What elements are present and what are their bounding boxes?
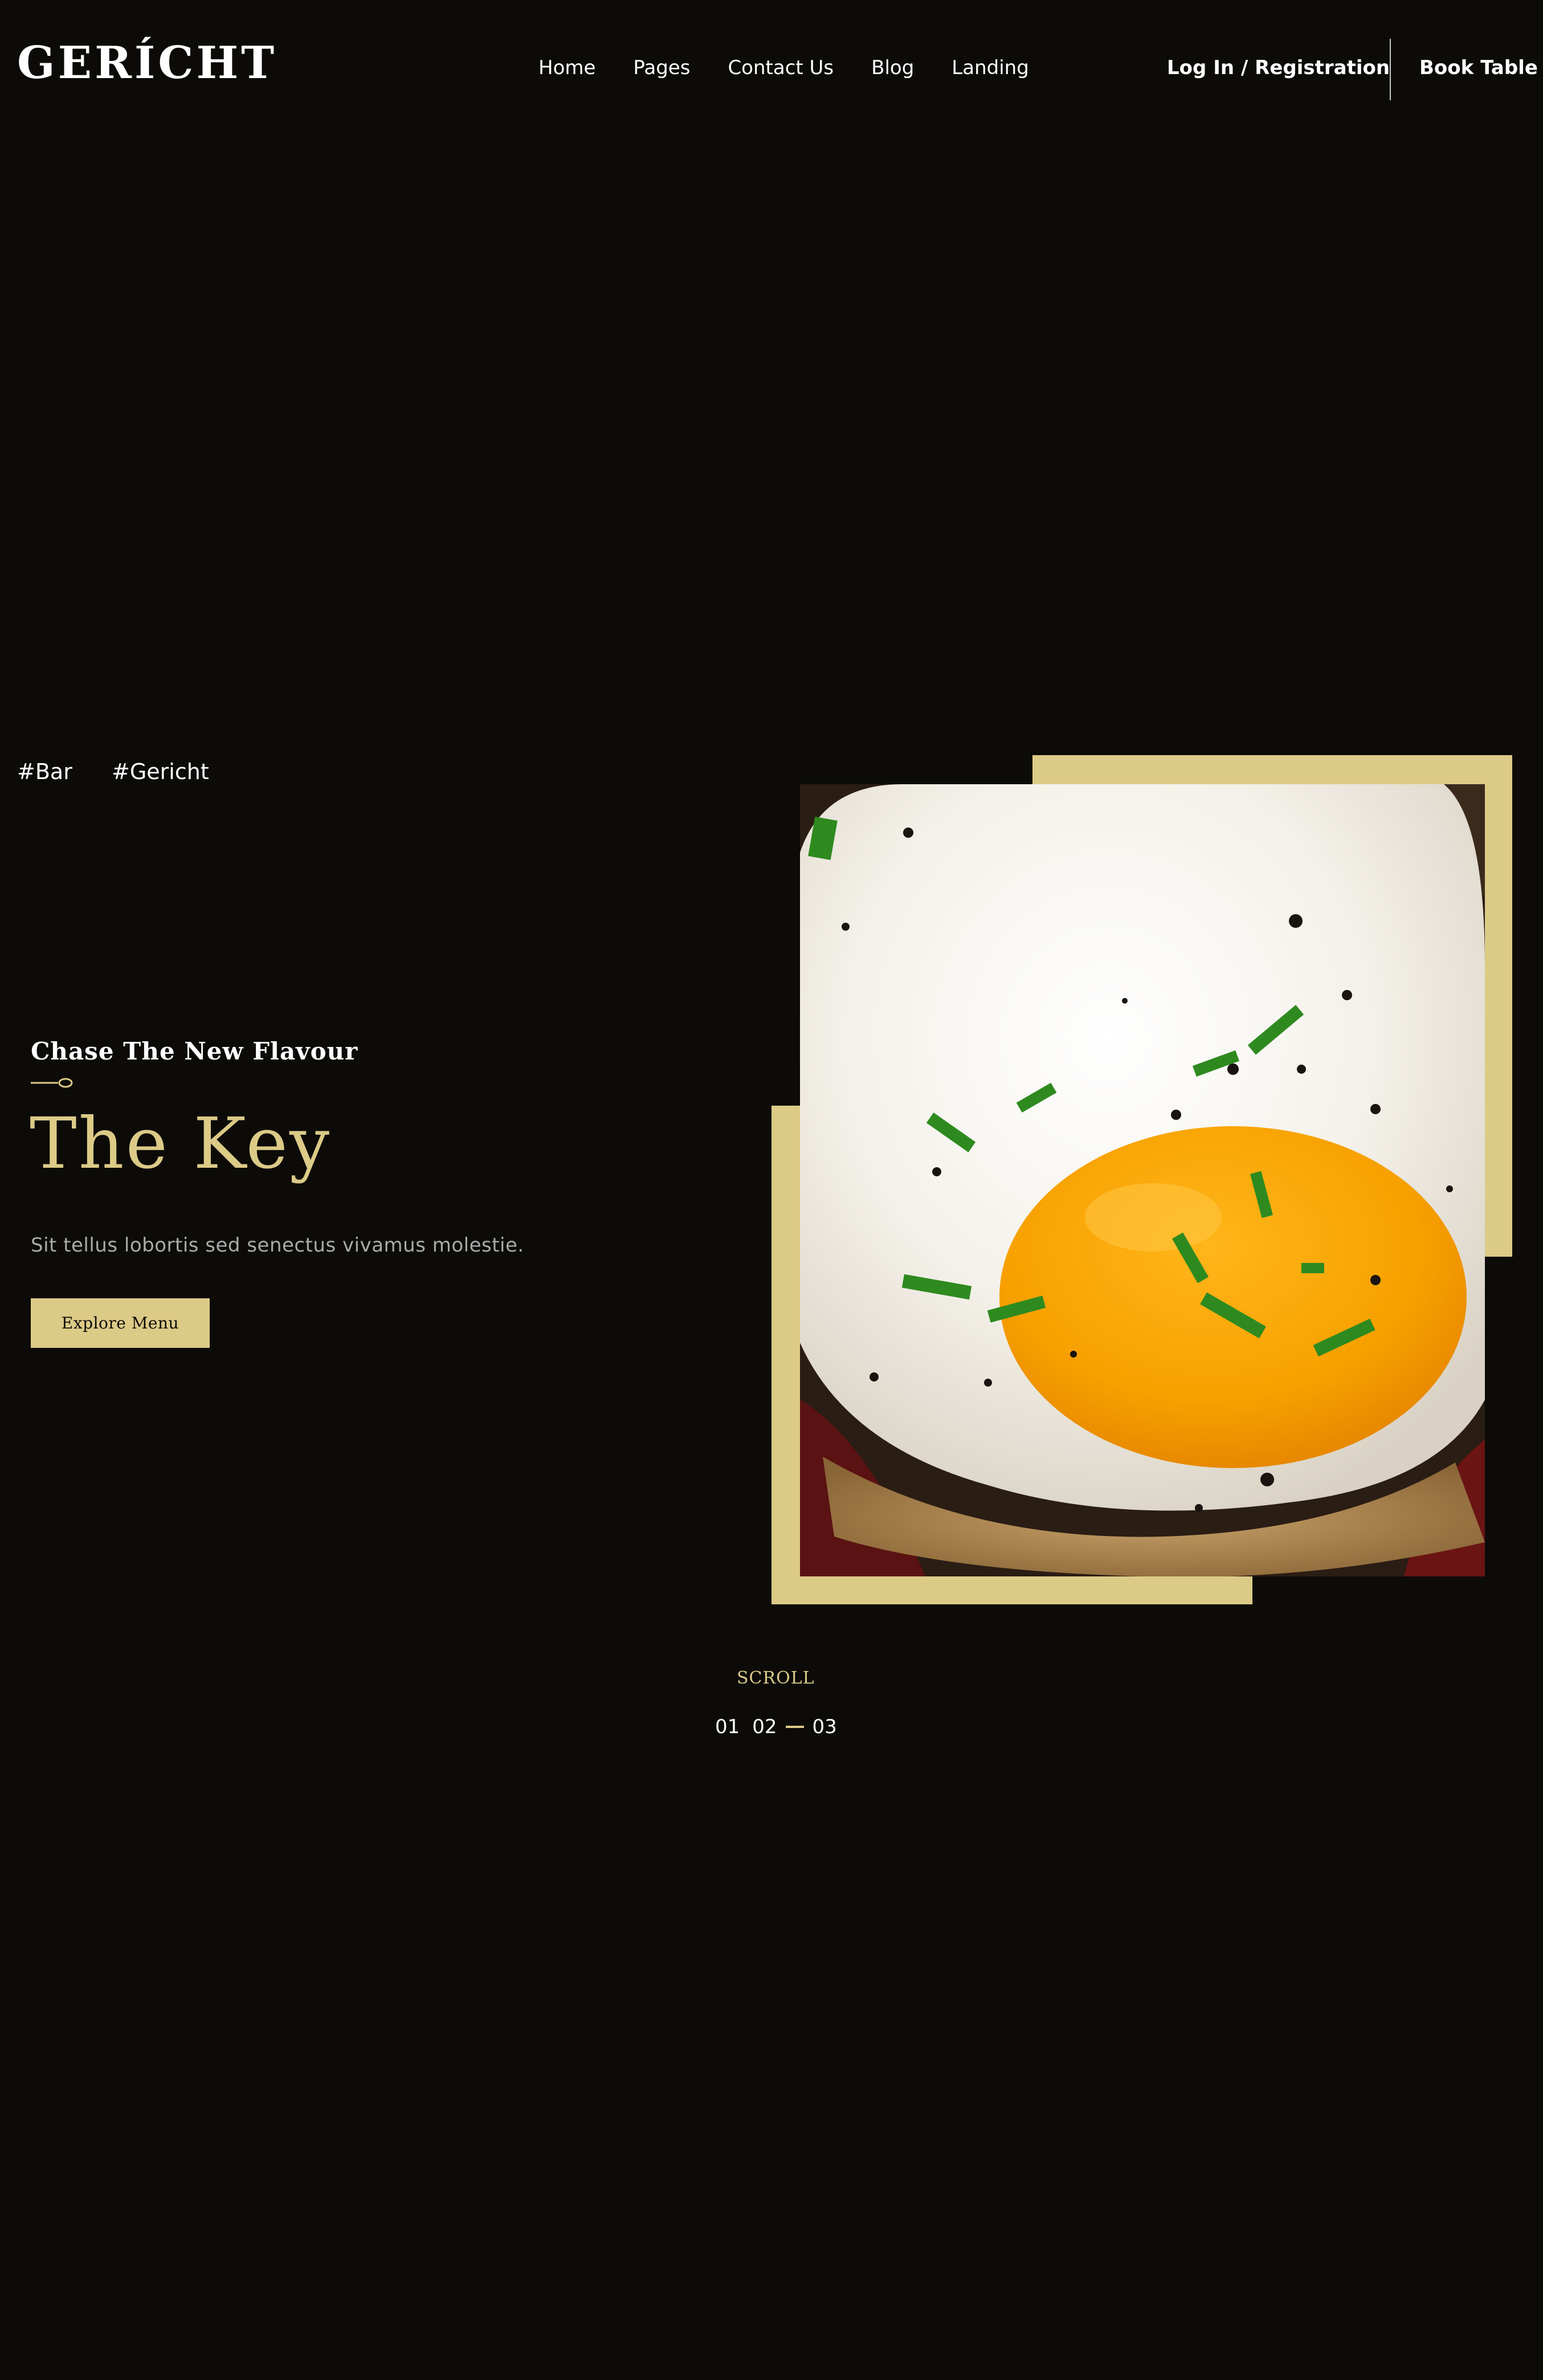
hero-food-image [800, 784, 1485, 1576]
pager-active-indicator [785, 1726, 804, 1728]
nav-divider [1390, 39, 1391, 100]
main-nav: Home Pages Contact Us Blog Landing [538, 58, 1067, 78]
login-registration-link[interactable]: Log In / Registration [1167, 58, 1390, 78]
nav-home[interactable]: Home [538, 58, 595, 78]
hero-title: The Key [30, 1103, 332, 1185]
nav-contact-us[interactable]: Contact Us [728, 58, 834, 78]
tag-bar[interactable]: #Bar [17, 761, 72, 783]
hero-description: Sit tellus lobortis sed senectus vivamus… [31, 1234, 524, 1257]
slide-pager: 01 02 03 [715, 1717, 837, 1737]
spoon-icon [31, 1077, 73, 1089]
nav-blog[interactable]: Blog [871, 58, 914, 78]
pager-item-01[interactable]: 01 [715, 1717, 740, 1737]
hero-subtitle: Chase The New Flavour [31, 1037, 358, 1065]
explore-menu-button[interactable]: Explore Menu [31, 1298, 210, 1348]
nav-landing[interactable]: Landing [952, 58, 1029, 78]
book-table-link[interactable]: Book Table [1419, 58, 1538, 78]
logo[interactable]: GERÍCHT [17, 41, 277, 85]
tag-gericht[interactable]: #Gericht [112, 761, 209, 783]
pager-item-03[interactable]: 03 [813, 1717, 837, 1737]
nav-pages[interactable]: Pages [633, 58, 690, 78]
scroll-label: SCROLL [737, 1668, 815, 1688]
pager-item-02[interactable]: 02 [752, 1717, 777, 1737]
